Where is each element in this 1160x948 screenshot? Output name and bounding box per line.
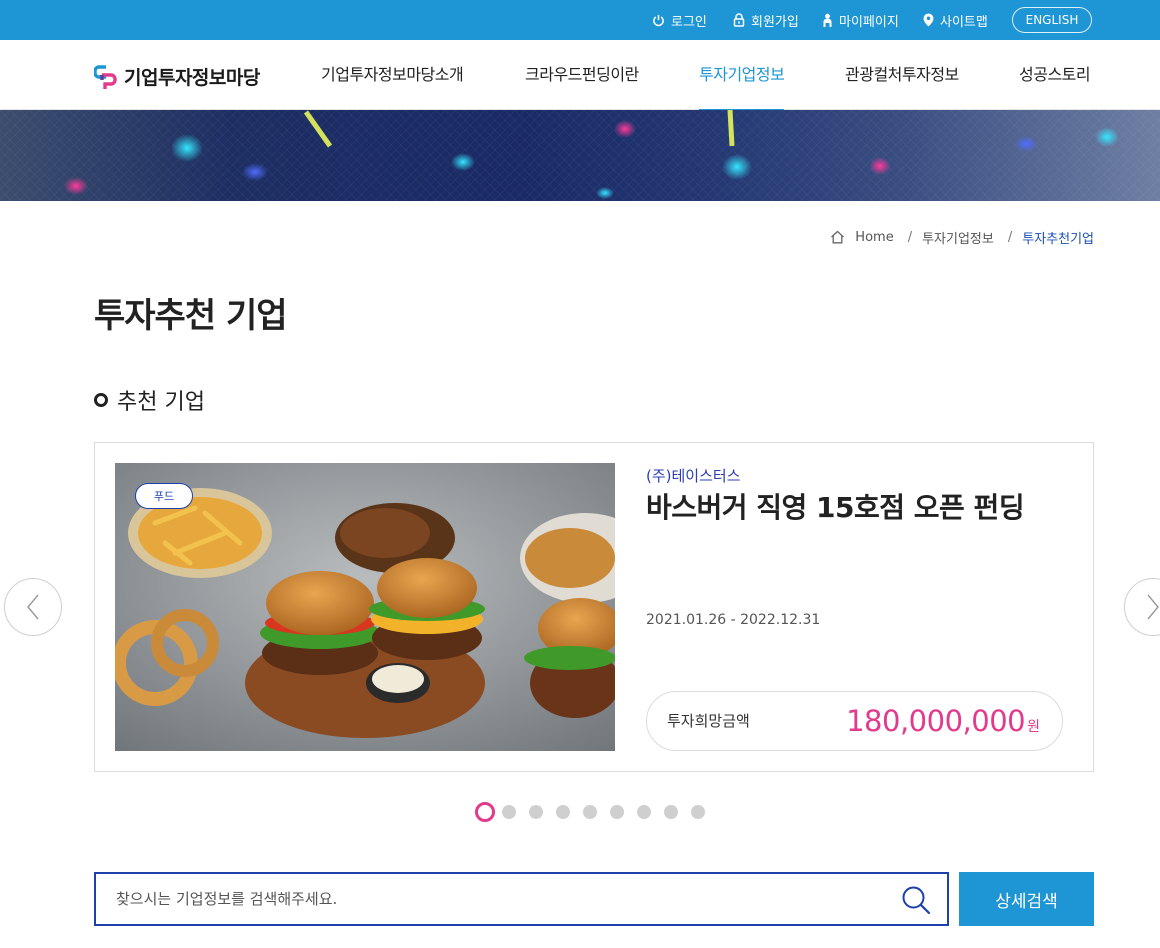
search-box bbox=[94, 872, 949, 926]
nav-about[interactable]: 기업투자정보마당소개 bbox=[321, 40, 464, 110]
pagination-dot[interactable] bbox=[556, 805, 570, 819]
site-logo[interactable]: 기업투자정보마당 bbox=[94, 63, 260, 90]
nav-crowdfunding[interactable]: 크라우드펀딩이란 bbox=[525, 40, 639, 110]
pagination-dot[interactable] bbox=[610, 805, 624, 819]
english-button[interactable]: ENGLISH bbox=[1012, 7, 1092, 33]
nav-tourism-culture[interactable]: 관광컬처투자정보 bbox=[845, 40, 959, 110]
target-amount-box: 투자희망금액 180,000,000 원 bbox=[646, 691, 1063, 751]
sitemap-label: 사이트맵 bbox=[940, 14, 988, 30]
search-input[interactable] bbox=[96, 874, 886, 924]
pagination-dot[interactable] bbox=[691, 805, 705, 819]
section-title: 추천 기업 bbox=[117, 390, 205, 415]
pagination-dot[interactable] bbox=[529, 805, 543, 819]
page-title: 투자추천 기업 bbox=[94, 296, 288, 336]
company-name[interactable]: (주)테이스터스 bbox=[646, 465, 741, 486]
funding-period: 2021.01.26 - 2022.12.31 bbox=[646, 612, 821, 628]
lock-icon bbox=[733, 13, 745, 27]
person-icon bbox=[823, 13, 832, 27]
signup-link[interactable]: 회원가입 bbox=[733, 0, 799, 40]
category-badge: 푸드 bbox=[135, 483, 193, 509]
chevron-left-icon bbox=[27, 594, 39, 620]
breadcrumb-separator: / bbox=[1007, 229, 1013, 245]
nav-success-story[interactable]: 성공스토리 bbox=[1019, 40, 1091, 110]
logo-text: 기업투자정보마당 bbox=[124, 67, 260, 89]
logo-icon bbox=[94, 64, 117, 89]
login-link[interactable]: 로그인 bbox=[652, 0, 707, 40]
pagination-dot[interactable] bbox=[637, 805, 651, 819]
pagination-dot-active[interactable] bbox=[475, 802, 495, 822]
amount-value: 180,000,000 bbox=[846, 704, 1026, 738]
breadcrumb-current[interactable]: 투자추천기업 bbox=[1022, 228, 1094, 247]
breadcrumb-home[interactable]: Home bbox=[855, 230, 893, 245]
slider-prev-button[interactable] bbox=[4, 578, 62, 636]
breadcrumb-level1[interactable]: 투자기업정보 bbox=[922, 228, 994, 247]
amount-unit: 원 bbox=[1027, 719, 1040, 735]
nav-company-info[interactable]: 투자기업정보 bbox=[699, 40, 785, 111]
chevron-right-icon bbox=[1147, 594, 1159, 620]
pagination-dot[interactable] bbox=[502, 805, 516, 819]
banner-pattern bbox=[0, 110, 1160, 201]
mypage-label: 마이페이지 bbox=[839, 14, 899, 30]
top-utility-bar: 로그인 회원가입 마이페이지 사이트맵 ENGLISH bbox=[0, 0, 1160, 40]
home-icon[interactable] bbox=[830, 230, 845, 244]
amount-label: 투자희망금액 bbox=[667, 712, 750, 730]
search-icon[interactable] bbox=[901, 885, 931, 915]
company-thumbnail[interactable]: 푸드 bbox=[115, 463, 615, 751]
breadcrumb: Home / 투자기업정보 / 투자추천기업 bbox=[830, 228, 1094, 247]
pagination-dot[interactable] bbox=[583, 805, 597, 819]
login-label: 로그인 bbox=[671, 14, 707, 30]
power-icon bbox=[653, 14, 664, 26]
signup-label: 회원가입 bbox=[751, 14, 799, 30]
slider-next-button[interactable] bbox=[1124, 578, 1160, 636]
sitemap-link[interactable]: 사이트맵 bbox=[923, 0, 988, 40]
circle-bullet-icon bbox=[94, 393, 108, 407]
breadcrumb-separator: / bbox=[907, 229, 913, 245]
detail-search-button[interactable]: 상세검색 bbox=[959, 872, 1094, 926]
map-pin-icon bbox=[923, 13, 934, 27]
main-header: 기업투자정보마당 기업투자정보마당소개 크라우드펀딩이란 투자기업정보 관광컬처… bbox=[0, 40, 1160, 111]
sub-visual-banner bbox=[0, 110, 1160, 201]
section-heading: 추천 기업 bbox=[94, 384, 205, 416]
amount-value-wrap: 180,000,000 원 bbox=[846, 692, 1040, 750]
slider-pagination bbox=[475, 802, 705, 822]
burger-photo bbox=[115, 463, 615, 751]
pagination-dot[interactable] bbox=[664, 805, 678, 819]
project-title[interactable]: 바스버거 직영 15호점 오픈 펀딩 bbox=[646, 489, 1026, 526]
recommended-company-card[interactable]: 푸드 (주)테이스터스 바스버거 직영 15호점 오픈 펀딩 2021.01.2… bbox=[94, 442, 1094, 772]
mypage-link[interactable]: 마이페이지 bbox=[822, 0, 899, 40]
